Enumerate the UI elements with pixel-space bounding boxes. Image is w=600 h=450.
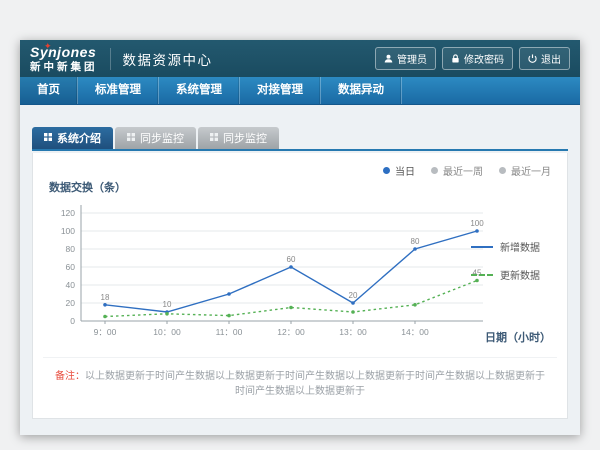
legend-dot-icon <box>431 167 438 174</box>
page-background: Synjones ✦ 新中新集团 数据资源中心 管理员 修改密码 退出 <box>0 0 600 450</box>
logout-button[interactable]: 退出 <box>519 47 570 70</box>
admin-user-label: 管理员 <box>397 51 427 66</box>
footnote: 备注：以上数据更新于时间产生数据以上数据更新于时间产生数据以上数据更新于时间产生… <box>53 369 547 399</box>
svg-text:0: 0 <box>70 316 75 326</box>
header-actions: 管理员 修改密码 退出 <box>375 47 570 70</box>
svg-text:100: 100 <box>61 226 75 236</box>
footnote-text: 以上数据更新于时间产生数据以上数据更新于时间产生数据以上数据更新于时间产生数据以… <box>85 371 545 397</box>
change-password-button[interactable]: 修改密码 <box>442 47 513 70</box>
svg-text:14：00: 14：00 <box>401 327 429 337</box>
legend-new-data-label: 新增数据 <box>500 239 540 254</box>
app-title: 数据资源中心 <box>123 49 213 69</box>
grid-icon <box>44 132 52 144</box>
svg-text:20: 20 <box>349 291 358 300</box>
svg-text:40: 40 <box>66 280 76 290</box>
user-icon <box>384 54 393 63</box>
tab-sync-monitor-1-label: 同步监控 <box>140 130 184 146</box>
nav-item-standard-mgmt[interactable]: 标准管理 <box>78 77 159 104</box>
legend-item-new-data[interactable]: 新增数据 <box>471 239 555 254</box>
change-password-label: 修改密码 <box>464 51 504 66</box>
panel-divider <box>43 357 557 358</box>
logo-accent-icon: ✦ <box>44 42 52 51</box>
logout-label: 退出 <box>541 51 561 66</box>
svg-text:120: 120 <box>61 208 75 218</box>
legend-dot-icon <box>499 167 506 174</box>
brand-logo: Synjones ✦ 新中新集团 <box>30 45 108 73</box>
grid-icon <box>127 132 135 144</box>
tab-sync-monitor-2[interactable]: 同步监控 <box>198 127 279 149</box>
filter-today-label: 当日 <box>395 163 415 178</box>
chart-series-legend: 新增数据 更新数据 <box>471 239 555 282</box>
svg-text:18: 18 <box>101 293 110 302</box>
filter-last-week[interactable]: 最近一周 <box>431 163 483 178</box>
svg-text:100: 100 <box>470 219 484 228</box>
tab-bar: 系统介绍 同步监控 同步监控 <box>32 127 568 151</box>
app-window: Synjones ✦ 新中新集团 数据资源中心 管理员 修改密码 退出 <box>20 40 580 435</box>
legend-line-sample <box>471 246 493 248</box>
nav-item-data-change[interactable]: 数据异动 <box>321 77 402 104</box>
tab-system-intro[interactable]: 系统介绍 <box>32 127 113 149</box>
logo-text-en: Synjones <box>30 45 98 59</box>
chart-panel: 当日 最近一周 最近一月 数据交换（条） 0 20 40 60 80 100 120 9：00… <box>32 153 568 419</box>
legend-updated-data-label: 更新数据 <box>500 267 540 282</box>
svg-text:80: 80 <box>411 237 420 246</box>
nav-item-home[interactable]: 首页 <box>20 77 78 104</box>
nav-item-connection-mgmt[interactable]: 对接管理 <box>240 77 321 104</box>
tab-system-intro-label: 系统介绍 <box>57 130 101 146</box>
tab-sync-monitor-2-label: 同步监控 <box>223 130 267 146</box>
svg-text:20: 20 <box>66 298 76 308</box>
nav-item-system-mgmt[interactable]: 系统管理 <box>159 77 240 104</box>
svg-text:12：00: 12：00 <box>277 327 305 337</box>
power-icon <box>528 54 537 63</box>
lock-icon <box>451 54 460 63</box>
svg-text:10：00: 10：00 <box>153 327 181 337</box>
svg-text:9：00: 9：00 <box>94 327 117 337</box>
line-chart: 0 20 40 60 80 100 120 9：00 10：00 11：00 12：00 13：00 1… <box>43 197 493 355</box>
svg-text:60: 60 <box>66 262 76 272</box>
svg-text:60: 60 <box>287 255 296 264</box>
period-filter-legend: 当日 最近一周 最近一月 <box>383 163 551 178</box>
grid-icon <box>210 132 218 144</box>
y-axis-title: 数据交换（条） <box>49 179 126 195</box>
legend-dot-icon <box>383 167 390 174</box>
admin-user-button[interactable]: 管理员 <box>375 47 436 70</box>
main-nav: 首页 标准管理 系统管理 对接管理 数据异动 <box>20 77 580 105</box>
header-bar: Synjones ✦ 新中新集团 数据资源中心 管理员 修改密码 退出 <box>20 40 580 77</box>
legend-line-sample <box>471 274 493 276</box>
header-divider <box>110 48 111 70</box>
svg-text:80: 80 <box>66 244 76 254</box>
x-axis-title: 日期（小时） <box>485 329 551 345</box>
legend-item-updated-data[interactable]: 更新数据 <box>471 267 555 282</box>
filter-last-month[interactable]: 最近一月 <box>499 163 551 178</box>
filter-last-month-label: 最近一月 <box>511 163 551 178</box>
footnote-label: 备注： <box>55 371 85 382</box>
tab-sync-monitor-1[interactable]: 同步监控 <box>115 127 196 149</box>
filter-last-week-label: 最近一周 <box>443 163 483 178</box>
svg-text:13：00: 13：00 <box>339 327 367 337</box>
content-area: 系统介绍 同步监控 同步监控 当日 <box>20 105 580 435</box>
logo-text-cn: 新中新集团 <box>30 62 98 73</box>
filter-today[interactable]: 当日 <box>383 163 415 178</box>
svg-text:10: 10 <box>163 300 172 309</box>
svg-text:11：00: 11：00 <box>216 327 243 337</box>
